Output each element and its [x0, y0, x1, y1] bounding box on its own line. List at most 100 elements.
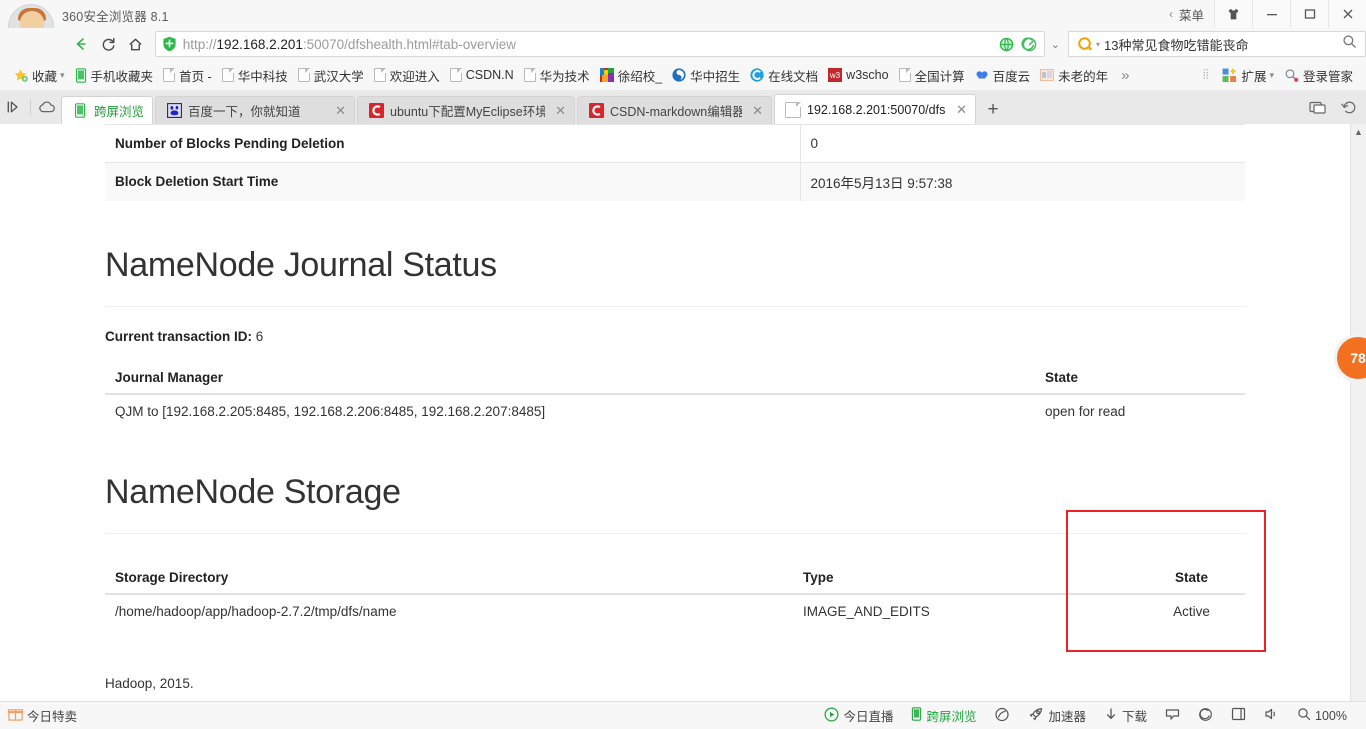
speed-mode-icon[interactable]: [1021, 36, 1038, 53]
status-today-deal[interactable]: 今日特卖: [0, 706, 86, 725]
new-tab-button[interactable]: +: [978, 96, 1008, 124]
tab-label: 192.168.2.201:50070/dfshealt: [807, 102, 946, 117]
search-engine-caret-icon[interactable]: ▾: [1096, 40, 1100, 49]
bookmark-item-whu[interactable]: 武汉大学: [293, 64, 369, 86]
summary-value: 0: [799, 124, 1245, 163]
translate-icon[interactable]: [998, 36, 1015, 53]
undo-icon[interactable]: [1341, 100, 1358, 120]
img-icon: [1040, 68, 1054, 82]
tab-ubuntu-myeclipse[interactable]: ubuntu下配置MyEclipse环境 - ✕: [357, 96, 576, 124]
csdn-icon: [368, 103, 384, 119]
gift-icon: [7, 707, 24, 724]
bookmark-item-hust[interactable]: 华中科技: [217, 64, 293, 86]
tab-baidu[interactable]: 百度一下，你就知道 ✕: [155, 96, 356, 124]
tab-csdn-markdown[interactable]: CSDN-markdown编辑器 ✕: [577, 96, 773, 124]
scroll-up-icon[interactable]: ▲: [1351, 124, 1366, 140]
menu-collapse-icon[interactable]: ‹: [1163, 7, 1177, 21]
status-bar: 今日特卖 今日直播 跨屏浏览 加速器 下载 100%: [0, 701, 1366, 729]
chevron-down-icon[interactable]: ▾: [1269, 70, 1274, 81]
bookmark-label: 全国计算: [914, 69, 965, 84]
bookmark-label: CSDN.N: [465, 68, 514, 82]
bookmark-item-w3school[interactable]: w3 w3scho: [823, 64, 893, 86]
status-zoom[interactable]: 100%: [1288, 707, 1356, 724]
bookmark-item-huawei[interactable]: 华为技术: [519, 64, 595, 86]
page-icon: [523, 68, 536, 82]
bookmarks-bar-right: ⣿ 扩展 ▾ 登录管家: [1194, 64, 1366, 86]
c-blue-icon: [750, 68, 764, 82]
extensions-button[interactable]: 扩展 ▾: [1217, 64, 1279, 86]
bookmark-item-csdn[interactable]: CSDN.N: [445, 64, 519, 86]
bookmark-label: 华中科技: [237, 69, 288, 84]
bookmark-item-welcome[interactable]: 欢迎进入: [369, 64, 445, 86]
page-icon: [449, 68, 462, 82]
storage-directory-value: /home/hadoop/app/hadoop-2.7.2/tmp/dfs/na…: [105, 593, 793, 629]
phone-icon: [72, 103, 88, 119]
status-window-mode[interactable]: [1222, 707, 1255, 724]
drag-handle-icon[interactable]: ⣿: [1194, 70, 1217, 80]
bookmark-item-hzzs[interactable]: 华中招生: [667, 64, 745, 86]
bookmark-item-home[interactable]: 首页 -: [158, 64, 217, 86]
menu-button[interactable]: 菜单: [1177, 5, 1214, 24]
status-download[interactable]: 下载: [1095, 706, 1156, 725]
url-host: 192.168.2.201: [216, 36, 303, 52]
extensions-icon: [1222, 68, 1237, 83]
tab-strip-divider: [30, 99, 31, 115]
restore-window-icon[interactable]: [1309, 100, 1327, 120]
status-shield-speed[interactable]: [1189, 707, 1222, 725]
status-live-today[interactable]: 今日直播: [815, 706, 902, 725]
bookmarks-overflow-icon[interactable]: »: [1113, 67, 1137, 84]
tab-cross-screen[interactable]: 跨屏浏览: [61, 96, 154, 124]
storage-col-state: State: [1138, 562, 1245, 596]
maximize-button[interactable]: [1290, 0, 1328, 28]
storage-table-header-row: Storage Directory Type State: [105, 562, 1245, 596]
sidebar-toggle-icon[interactable]: [0, 90, 28, 124]
bookmark-label: 徐绍校_: [617, 69, 663, 84]
tab-close-icon[interactable]: ✕: [952, 102, 967, 118]
bookmark-label: 武汉大学: [313, 69, 364, 84]
skin-button[interactable]: [1214, 0, 1252, 28]
page-scrollbar[interactable]: ▲: [1350, 124, 1366, 701]
minimize-button[interactable]: [1252, 0, 1290, 28]
flag-icon: [1165, 708, 1180, 724]
bookmark-label: 未老的年: [1058, 69, 1109, 84]
back-icon[interactable]: [68, 29, 95, 59]
chevron-down-icon[interactable]: ▾: [60, 70, 65, 81]
bookmark-item-mobile[interactable]: 手机收藏夹: [70, 64, 159, 86]
summary-key: Block Deletion Start Time: [105, 162, 800, 201]
browser-name-label: 360安全浏览器 8.1: [62, 10, 169, 24]
zoom-icon: [1297, 707, 1311, 724]
tab-close-icon[interactable]: ✕: [331, 103, 346, 119]
table-row: /home/hadoop/app/hadoop-2.7.2/tmp/dfs/na…: [105, 593, 1245, 629]
storage-divider: [105, 533, 1245, 535]
search-bar[interactable]: ▾ 13种常见食物吃错能丧命: [1067, 31, 1366, 57]
address-dropdown-icon[interactable]: ⌄: [1045, 38, 1062, 51]
bookmark-item-weilaodenian[interactable]: 未老的年: [1035, 64, 1113, 86]
page-icon: [221, 68, 234, 82]
tab-close-icon[interactable]: ✕: [748, 103, 763, 119]
tab-label: 跨屏浏览: [94, 105, 145, 119]
circle-blue-icon: [672, 68, 686, 82]
close-button[interactable]: [1328, 0, 1366, 28]
login-manager-button[interactable]: 登录管家: [1279, 64, 1358, 86]
bookmark-item-ncre[interactable]: 全国计算: [894, 64, 970, 86]
tab-close-icon[interactable]: ✕: [551, 103, 566, 119]
reload-icon[interactable]: [95, 29, 122, 59]
status-volume[interactable]: [1255, 707, 1288, 724]
status-cross-screen[interactable]: 跨屏浏览: [902, 706, 985, 725]
bookmark-item-onlinedoc[interactable]: 在线文档: [745, 64, 823, 86]
search-icon[interactable]: [1342, 34, 1357, 54]
bookmark-item-xushaoxiao[interactable]: 徐绍校_: [595, 64, 667, 86]
tab-dfshealth[interactable]: 192.168.2.201:50070/dfshealt ✕: [774, 94, 977, 124]
journal-state-value: open for read: [1035, 393, 1245, 428]
navigation-bar: http://192.168.2.201:50070/dfshealth.htm…: [0, 28, 1366, 60]
home-icon[interactable]: [122, 29, 149, 59]
status-screenshot[interactable]: [985, 707, 1019, 725]
rocket-icon: [1028, 707, 1044, 725]
status-accelerator[interactable]: 加速器: [1019, 706, 1095, 725]
bookmark-favorites[interactable]: 收藏 ▾: [8, 64, 70, 86]
status-flag[interactable]: [1156, 708, 1189, 724]
cloud-icon[interactable]: [33, 90, 61, 124]
search-input[interactable]: 13种常见食物吃错能丧命: [1104, 35, 1248, 54]
bookmark-item-baiducloud[interactable]: 百度云: [970, 64, 1036, 86]
address-bar[interactable]: http://192.168.2.201:50070/dfshealth.htm…: [154, 31, 1045, 57]
